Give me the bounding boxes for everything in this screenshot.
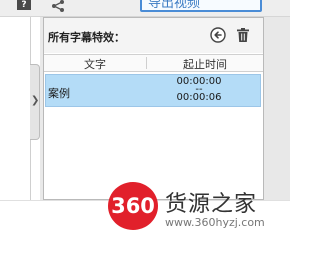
panel-collapse-handle[interactable]: ❯ [30, 64, 40, 140]
watermark-logo: 360 [108, 182, 158, 230]
row-text-cell: 案例 [48, 87, 70, 100]
row-end-time: 00:00:06 [176, 92, 222, 103]
table-header: 文字 起止时间 [44, 54, 263, 72]
export-video-button[interactable]: 导出视频 [140, 0, 262, 12]
panel-header: 所有字幕特效： [44, 18, 263, 53]
chevron-right-icon: ❯ [31, 95, 40, 106]
back-arrow-icon[interactable] [210, 27, 226, 43]
top-toolbar: ? 导出视频 [0, 0, 290, 17]
table-row[interactable]: 案例 00:00:00 -- 00:00:06 [45, 74, 261, 107]
column-header-time[interactable]: 起止时间 [147, 56, 263, 72]
row-time-cell: 00:00:00 -- 00:00:06 [174, 77, 224, 103]
trash-icon[interactable] [235, 27, 251, 43]
share-icon[interactable] [50, 0, 66, 12]
column-header-text[interactable]: 文字 [44, 56, 146, 72]
subtitle-effects-panel: 所有字幕特效： 文字 起止时间 案例 00:00:00 -- 00:00:06 [43, 17, 264, 200]
watermark-name: 货源之家 [165, 192, 258, 217]
watermark: 360 货源之家 www.360hyzj.com [108, 182, 288, 230]
export-video-label: 导出视频 [148, 0, 201, 11]
right-gutter [264, 17, 290, 200]
panel-title: 所有字幕特效： [48, 31, 125, 44]
watermark-url: www.360hyzj.com [165, 216, 265, 229]
help-icon[interactable]: ? [17, 0, 31, 10]
preview-area [0, 17, 31, 200]
